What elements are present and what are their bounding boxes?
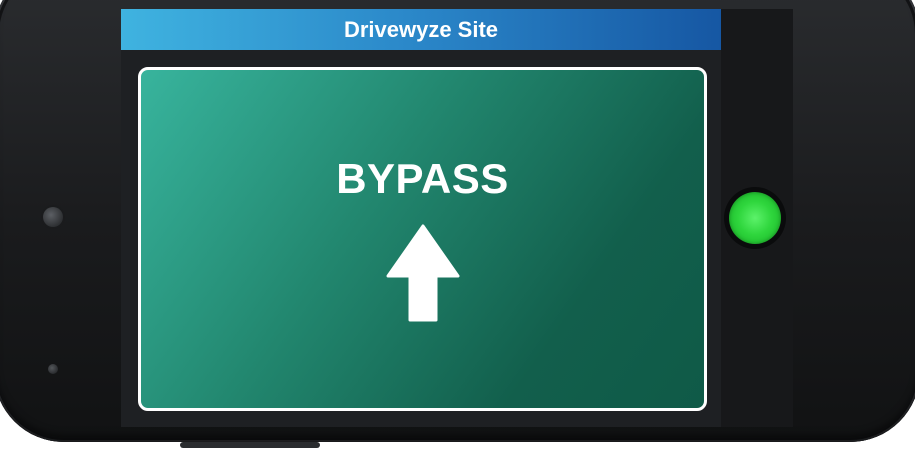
green-light-icon — [729, 192, 781, 244]
speaker-grille — [43, 207, 63, 227]
sign-status-text: BYPASS — [336, 155, 509, 202]
side-button — [180, 442, 320, 448]
arrow-up-icon — [386, 224, 460, 322]
proximity-sensor — [48, 364, 58, 374]
bypass-sign: BYPASS — [138, 67, 707, 411]
app-title: Drivewyze Site — [343, 16, 499, 42]
status-light — [724, 187, 786, 249]
app-header: Drivewyze Site — [121, 9, 721, 50]
phone-screen: Drivewyze Site BYPASS — [121, 9, 793, 427]
sign-area: BYPASS — [121, 50, 721, 427]
